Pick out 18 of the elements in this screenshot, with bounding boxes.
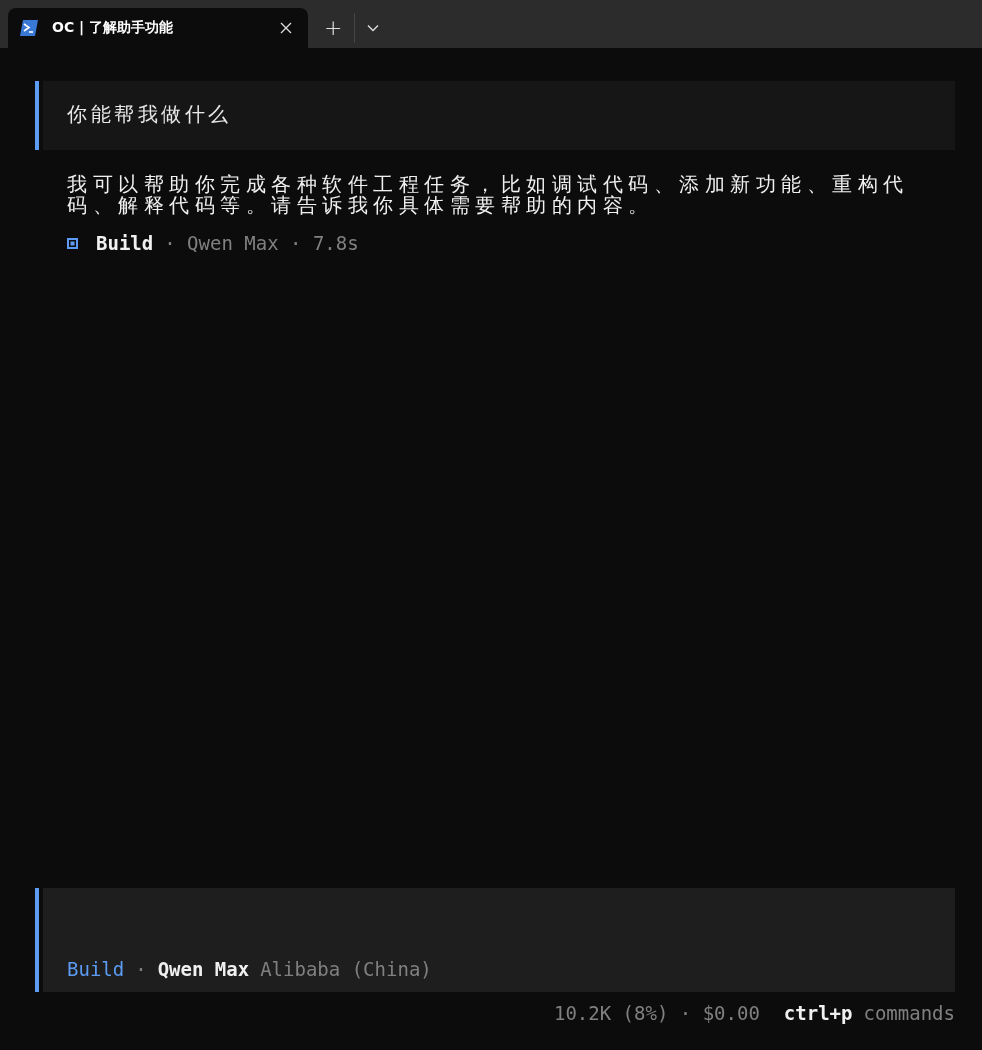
chevron-down-icon [367,24,380,32]
new-tab-button[interactable]: + [320,13,347,43]
terminal-tab[interactable]: OC | 了解助手功能 [8,8,308,48]
usage-info: 10.2K (8%) · $0.00 [553,1002,760,1024]
agent-label: Build [67,958,125,980]
agent-name: Build [96,232,154,254]
provider-name: Alibaba (China) [260,958,432,980]
response-details: · Qwen Max · 7.8s [164,232,359,254]
user-message: 你能帮我做什么 [43,81,955,150]
terminal-icon [20,20,38,36]
model-name: Qwen Max [157,958,250,980]
shortcut-key: ctrl+p [783,1002,853,1024]
assistant-reply: 我可以帮助你完成各种软件工程任务，比如调试代码、添加新功能、重构代码、解释代码等。请告诉我你具体需要帮助的内容。 [67,174,910,216]
prompt-input[interactable]: Build · Qwen Max Alibaba (China) [43,888,955,992]
tab-title: OC | 了解助手功能 [52,19,175,37]
shortcut-label: commands [863,1002,955,1024]
square-icon [67,237,78,249]
separator-dot: · [135,958,147,980]
